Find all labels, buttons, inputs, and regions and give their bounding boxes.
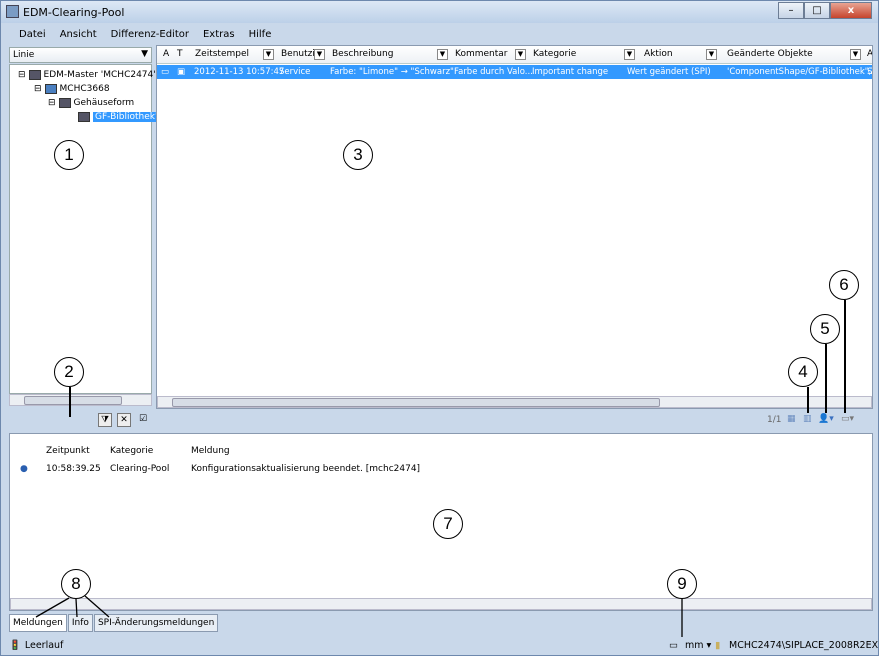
callout-9: 9 (667, 569, 697, 599)
app-window: EDM-Clearing-Pool – □ x Datei Ansicht Di… (0, 0, 879, 656)
